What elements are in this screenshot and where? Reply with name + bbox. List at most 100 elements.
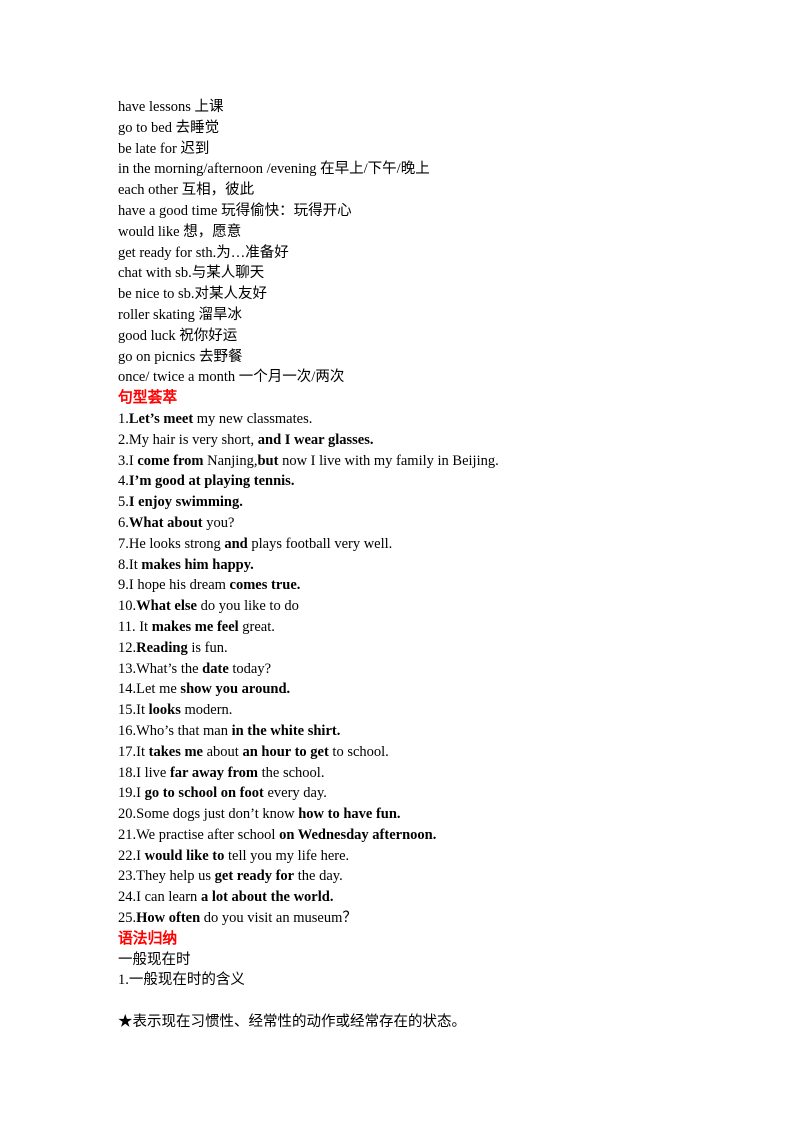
sentence-text: great. xyxy=(238,618,275,635)
sentence-line: 10.What else do you like to do xyxy=(118,596,738,617)
vocabulary-line: chat with sb.与某人聊天 xyxy=(118,265,265,282)
sentence-line: 3.I come from Nanjing,but now I live wit… xyxy=(118,451,738,472)
sentence-line: 9.I hope his dream comes true. xyxy=(118,575,738,596)
sentence-text: tell you my life here. xyxy=(224,847,350,864)
sentence-text: 6. xyxy=(118,514,129,531)
vocabulary-line: have a good time 玩得偷快：玩得开心 xyxy=(118,202,352,219)
sentence-emphasis: an hour to get xyxy=(242,743,329,760)
sentence-line: 15.It looks modern. xyxy=(118,700,738,721)
sentence-line: 19.I go to school on foot every day. xyxy=(118,783,738,804)
grammar-line: 一般现在时 xyxy=(118,951,191,968)
sentence-text: 8.It xyxy=(118,556,142,573)
vocabulary-line: be late for 迟到 xyxy=(118,140,210,157)
sentence-emphasis: I’m good at playing tennis. xyxy=(128,473,295,490)
sentence-emphasis: but xyxy=(257,452,279,469)
sentence-emphasis: Reading xyxy=(136,639,188,656)
vocabulary-line: roller skating 溜旱冰 xyxy=(118,306,243,323)
vocabulary-line: once/ twice a month 一个月一次/两次 xyxy=(118,369,345,386)
sentence-emphasis: looks xyxy=(148,702,181,719)
sentence-emphasis: and xyxy=(224,535,248,552)
sentence-emphasis: I enjoy swimming. xyxy=(128,494,243,511)
grammar-star-note: ★表示现在习惯性、经常性的动作或经常存在的状态。 xyxy=(118,1014,466,1031)
sentence-emphasis: and I wear glasses. xyxy=(257,431,374,448)
sentence-text: 18.I live xyxy=(118,764,170,781)
sentence-text: 9.I hope his dream xyxy=(118,577,230,594)
document-content: have lessons 上课 go to bed 去睡觉 be late for … xyxy=(118,97,738,1033)
sentence-text: 2.My hair is very short, xyxy=(118,431,258,448)
sentence-line: 21.We practise after school on Wednesday… xyxy=(118,825,738,846)
vocabulary-line: have lessons 上课 xyxy=(118,99,224,115)
sentence-text: modern. xyxy=(180,702,233,719)
sentence-text: my new classmates. xyxy=(193,410,313,427)
sentence-text: 7.He looks strong xyxy=(118,535,225,552)
sentence-text: 23.They help us xyxy=(118,868,215,885)
sentence-text: you? xyxy=(202,514,235,531)
sentence-emphasis: show you around. xyxy=(180,681,291,698)
vocabulary-line: be nice to sb.对某人友好 xyxy=(118,286,268,303)
sentence-text: 1. xyxy=(118,410,129,427)
sentence-line: 5.I enjoy swimming. xyxy=(118,492,738,513)
vocabulary-line: would like 想，愿意 xyxy=(118,223,242,240)
sentence-emphasis: comes true. xyxy=(229,577,301,594)
vocabulary-list: have lessons 上课 go to bed 去睡觉 be late for … xyxy=(118,97,738,388)
sentence-text: the day. xyxy=(294,868,343,885)
sentence-text: 22.I xyxy=(118,847,145,864)
vocabulary-line: in the morning/afternoon /evening 在早上/下午… xyxy=(118,161,430,178)
section-heading-sentence-patterns: 句型荟萃 xyxy=(118,390,178,407)
sentence-line: 20.Some dogs just don’t know how to have… xyxy=(118,804,738,825)
sentence-text: 17.It xyxy=(118,743,149,760)
sentence-text: 20.Some dogs just don’t know xyxy=(118,806,299,823)
grammar-list: 一般现在时 1.一般现在时的含义 xyxy=(118,950,738,992)
sentence-line: 11. It makes me feel great. xyxy=(118,617,738,638)
grammar-line: 1.一般现在时的含义 xyxy=(118,972,245,989)
sentence-line: 8.It makes him happy. xyxy=(118,555,738,576)
sentence-text: plays football very well. xyxy=(247,535,393,552)
sentence-text: to school. xyxy=(328,743,389,760)
sentence-emphasis: go to school on foot xyxy=(144,785,264,802)
sentence-text: 5. xyxy=(118,494,129,511)
sentence-text: 4. xyxy=(118,473,129,490)
sentence-line: 13.What’s the date today? xyxy=(118,659,738,680)
sentence-text: 16.Who’s that man xyxy=(118,722,232,739)
sentence-list: 1.Let’s meet my new classmates. 2.My hair… xyxy=(118,409,738,929)
sentence-emphasis: What about xyxy=(128,514,203,531)
sentence-text: is fun. xyxy=(187,639,228,656)
sentence-emphasis: How often xyxy=(136,910,201,927)
sentence-text: do you visit an museum？ xyxy=(200,910,357,927)
sentence-line: 4.I’m good at playing tennis. xyxy=(118,471,738,492)
sentence-line: 22.I would like to tell you my life here… xyxy=(118,846,738,867)
sentence-text: 25. xyxy=(118,910,137,927)
sentence-emphasis: date xyxy=(202,660,229,677)
sentence-text: 13.What’s the xyxy=(118,660,203,677)
sentence-text: 10. xyxy=(118,598,137,615)
sentence-emphasis: get ready for xyxy=(214,868,295,885)
sentence-emphasis: makes him happy. xyxy=(141,556,254,573)
sentence-emphasis: What else xyxy=(136,598,197,615)
vocabulary-line: go on picnics 去野餐 xyxy=(118,348,243,365)
sentence-text: do you like to do xyxy=(196,598,299,615)
sentence-text: now I live with my family in Beijing. xyxy=(278,452,499,469)
vocabulary-line: each other 互相，彼此 xyxy=(118,182,255,199)
sentence-text: 14.Let me xyxy=(118,681,181,698)
sentence-line: 1.Let’s meet my new classmates. xyxy=(118,409,738,430)
sentence-line: 6.What about you? xyxy=(118,513,738,534)
sentence-text: 19.I xyxy=(118,785,145,802)
sentence-text: 24.I can learn xyxy=(118,889,201,906)
sentence-text: 15.It xyxy=(118,702,149,719)
sentence-emphasis: makes me feel xyxy=(151,618,239,635)
sentence-emphasis: would like to xyxy=(144,847,225,864)
section-heading-grammar: 语法归纳 xyxy=(118,930,178,947)
sentence-line: 17.It takes me about an hour to get to s… xyxy=(118,742,738,763)
vocabulary-line: go to bed 去睡觉 xyxy=(118,119,220,136)
sentence-line: 23.They help us get ready for the day. xyxy=(118,866,738,887)
sentence-emphasis: takes me xyxy=(148,743,203,760)
sentence-text: 3.I xyxy=(118,452,138,469)
sentence-text: the school. xyxy=(258,764,325,781)
sentence-text: 11. It xyxy=(118,618,152,635)
sentence-line: 18.I live far away from the school. xyxy=(118,763,738,784)
sentence-emphasis: in the white shirt. xyxy=(231,722,341,739)
sentence-emphasis: come from xyxy=(137,452,204,469)
sentence-line: 12.Reading is fun. xyxy=(118,638,738,659)
sentence-emphasis: on Wednesday afternoon. xyxy=(279,826,437,843)
sentence-text: 12. xyxy=(118,639,137,656)
